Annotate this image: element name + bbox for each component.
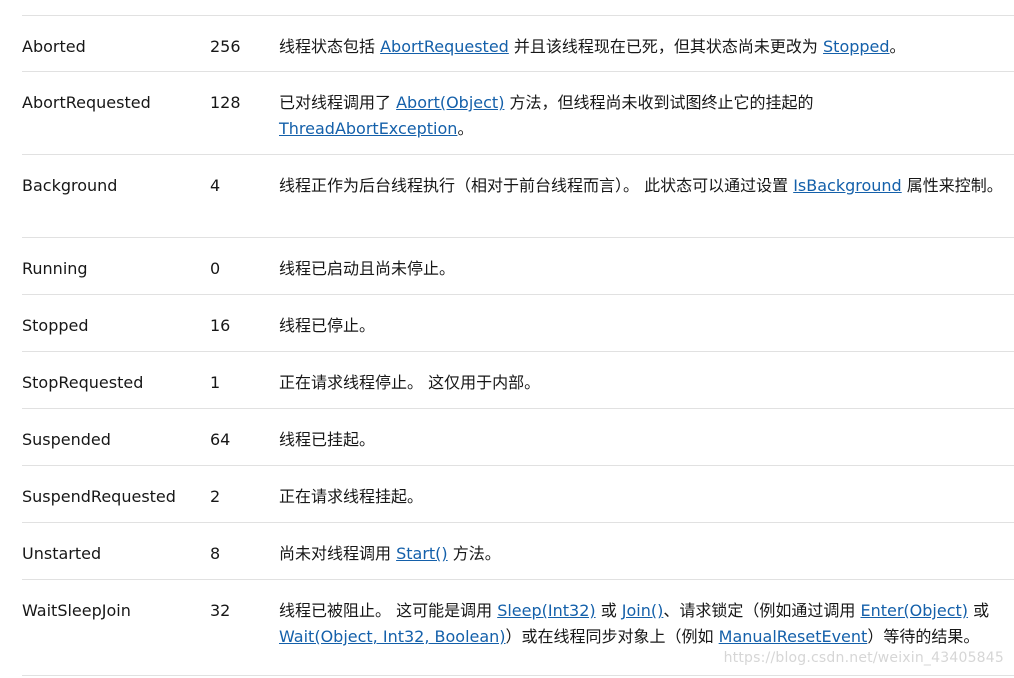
state-value: 32 xyxy=(210,601,231,620)
state-name: Running xyxy=(22,259,88,278)
description-text: 尚未对线程调用 xyxy=(279,544,397,563)
description-text: 线程已启动且尚未停止。 xyxy=(279,259,456,278)
state-value: 8 xyxy=(210,544,221,563)
description-text: 线程状态包括 xyxy=(279,37,381,56)
doc-link[interactable]: ManualResetEvent xyxy=(719,627,868,646)
doc-link[interactable]: ThreadAbortException xyxy=(279,119,457,138)
state-description: 线程已挂起。 xyxy=(279,409,1014,465)
state-name: Background xyxy=(22,176,118,195)
description-text: 或 xyxy=(595,601,622,620)
state-name: Unstarted xyxy=(22,544,102,563)
state-name: AbortRequested xyxy=(22,93,151,112)
table-row: StopRequested 1 正在请求线程停止。 这仅用于内部。 xyxy=(22,352,1014,409)
table-row: Unstarted 8 尚未对线程调用 Start() 方法。 xyxy=(22,523,1014,580)
state-name: SuspendRequested xyxy=(22,487,176,506)
table-row: Running 0 线程已启动且尚未停止。 xyxy=(22,238,1014,295)
state-description: 正在请求线程停止。 这仅用于内部。 xyxy=(279,352,1014,408)
state-value: 256 xyxy=(210,37,241,56)
state-name: StopRequested xyxy=(22,373,144,392)
description-text: 已对线程调用了 xyxy=(279,93,397,112)
description-text: 线程已停止。 xyxy=(279,316,376,335)
doc-link[interactable]: Join() xyxy=(622,601,664,620)
state-value: 1 xyxy=(210,373,221,392)
watermark: https://blog.csdn.net/weixin_43405845 xyxy=(723,650,1004,666)
description-text: 。 xyxy=(889,37,906,56)
description-text: ）等待的结果。 xyxy=(867,627,980,646)
table-row: Aborted 256 线程状态包括 AbortRequested 并且该线程现在已… xyxy=(22,16,1014,72)
state-description: 线程正作为后台线程执行（相对于前台线程而言）。 此状态可以通过设置 IsBack… xyxy=(279,155,1014,237)
description-text: ）或在线程同步对象上（例如 xyxy=(505,627,719,646)
state-name: Stopped xyxy=(22,316,89,335)
doc-link[interactable]: Sleep(Int32) xyxy=(497,601,595,620)
description-text: 、请求锁定（例如通过调用 xyxy=(663,601,861,620)
state-name: Aborted xyxy=(22,37,86,56)
state-value: 2 xyxy=(210,487,221,506)
state-name: Suspended xyxy=(22,430,111,449)
state-value: 16 xyxy=(210,316,231,335)
state-description: 已对线程调用了 Abort(Object) 方法，但线程尚未收到试图终止它的挂起… xyxy=(279,72,1014,154)
state-value: 128 xyxy=(210,93,241,112)
doc-link[interactable]: Wait(Object, Int32, Boolean) xyxy=(279,627,506,646)
description-text: 正在请求线程停止。 这仅用于内部。 xyxy=(279,373,541,392)
table-row: Background 4 线程正作为后台线程执行（相对于前台线程而言）。 此状态可以… xyxy=(22,155,1014,238)
description-text: 线程正作为后台线程执行（相对于前台线程而言）。 此状态可以通过设置 xyxy=(279,176,794,195)
doc-link[interactable]: Abort(Object) xyxy=(396,93,504,112)
description-text: 方法。 xyxy=(447,544,501,563)
table-row: Suspended 64 线程已挂起。 xyxy=(22,409,1014,466)
description-text: 线程已被阻止。 这可能是调用 xyxy=(279,601,498,620)
state-value: 64 xyxy=(210,430,231,449)
doc-link[interactable]: AbortRequested xyxy=(380,37,509,56)
doc-link[interactable]: Stopped xyxy=(823,37,890,56)
description-text: 正在请求线程挂起。 xyxy=(279,487,424,506)
doc-link[interactable]: Enter(Object) xyxy=(860,601,968,620)
description-text: 方法，但线程尚未收到试图终止它的挂起的 xyxy=(504,93,814,112)
doc-link[interactable]: IsBackground xyxy=(793,176,902,195)
doc-link[interactable]: Start() xyxy=(396,544,448,563)
table-row: SuspendRequested 2 正在请求线程挂起。 xyxy=(22,466,1014,523)
state-description: 尚未对线程调用 Start() 方法。 xyxy=(279,523,1014,579)
description-text: 属性来控制。 xyxy=(901,176,1003,195)
description-text: 并且该线程现在已死，但其状态尚未更改为 xyxy=(508,37,824,56)
state-description: 线程已启动且尚未停止。 xyxy=(279,238,1014,294)
state-description: 线程已停止。 xyxy=(279,295,1014,351)
description-text: 或 xyxy=(968,601,990,620)
state-value: 0 xyxy=(210,259,221,278)
state-value: 4 xyxy=(210,176,221,195)
thread-state-table: Aborted 256 线程状态包括 AbortRequested 并且该线程现在已… xyxy=(22,15,1014,676)
state-name: WaitSleepJoin xyxy=(22,601,131,620)
state-description: 线程状态包括 AbortRequested 并且该线程现在已死，但其状态尚未更改… xyxy=(279,16,1014,71)
table-row: AbortRequested 128 已对线程调用了 Abort(Object) 方… xyxy=(22,72,1014,155)
table-row: Stopped 16 线程已停止。 xyxy=(22,295,1014,352)
description-text: 线程已挂起。 xyxy=(279,430,376,449)
description-text: 。 xyxy=(457,119,474,138)
state-description: 正在请求线程挂起。 xyxy=(279,466,1014,522)
